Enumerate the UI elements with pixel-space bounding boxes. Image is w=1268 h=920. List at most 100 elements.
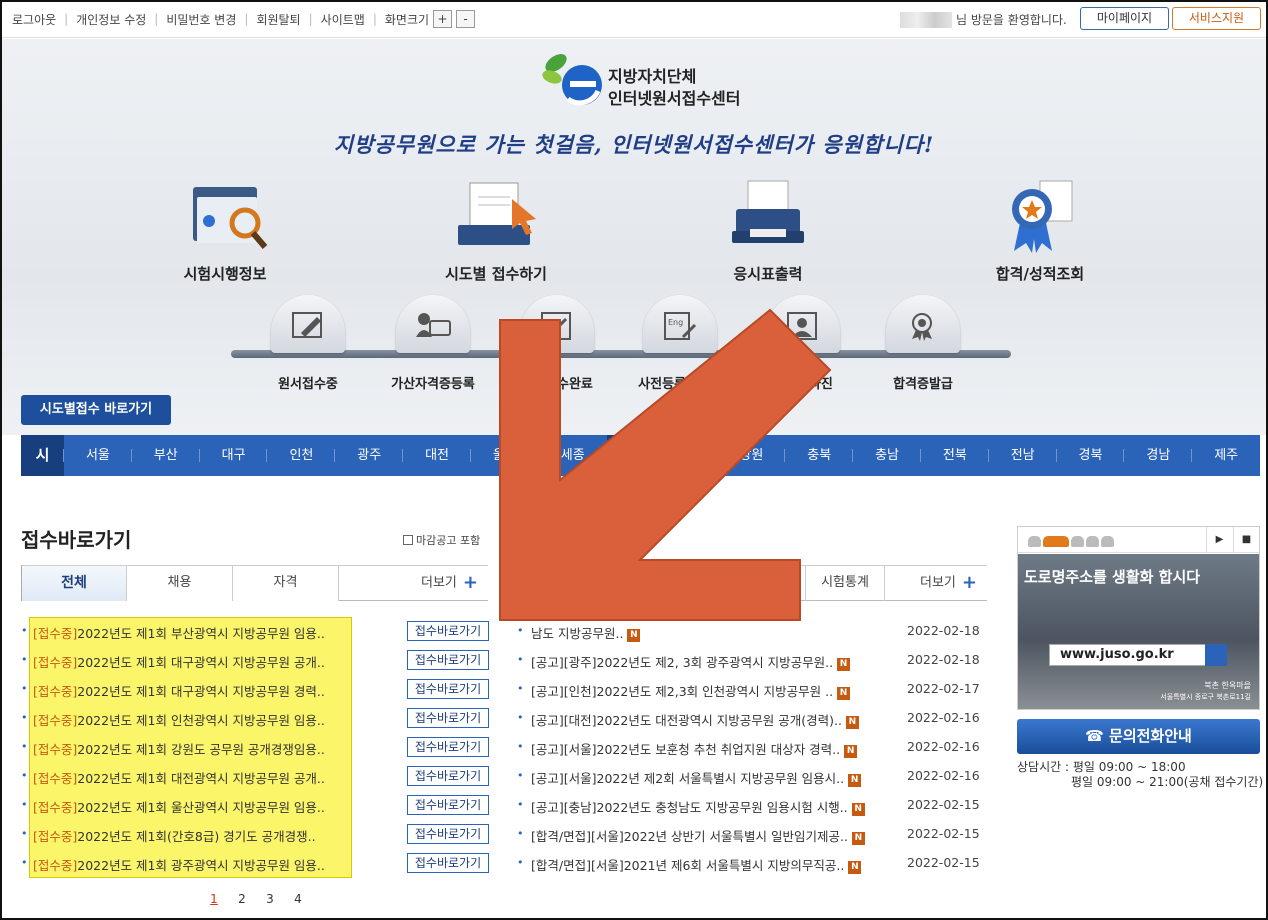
list-item-link[interactable]: [접수중]2022년도 제1회 부산광역시 지방공무원 임용.. bbox=[33, 623, 353, 642]
change-password-link[interactable]: 비밀번호 변경 bbox=[166, 11, 236, 28]
submenu-applying[interactable]: 원서접수중 bbox=[238, 295, 378, 392]
region-seoul[interactable]: 서울 bbox=[64, 435, 132, 476]
banner-caption-2: 서울특별시 종로구 북촌로11길 bbox=[1160, 693, 1251, 701]
menu-region-apply[interactable]: 시도별 접수하기 bbox=[396, 179, 596, 284]
list-item-link[interactable]: [접수중]2022년도 제1회 인천광역시 지방공무원 임용.. bbox=[33, 710, 353, 729]
tab-qualification[interactable]: 자격 bbox=[233, 565, 339, 601]
bullet-icon: • bbox=[21, 653, 28, 666]
region-gyeongnam[interactable]: 경남 bbox=[1124, 435, 1193, 476]
list-item: • [접수중]2022년도 제1회(간호8급) 경기도 공개경쟁.. 접수바로가기 bbox=[21, 820, 491, 849]
include-closed-checkbox[interactable]: 마감공고 포함 bbox=[403, 532, 480, 548]
mypage-button[interactable]: 마이페이지 bbox=[1080, 7, 1169, 30]
list-item-link[interactable]: [접수중]2022년도 제1회 대구광역시 지방공무원 공개.. bbox=[33, 652, 353, 671]
notice-link[interactable]: [합격/면접][서울]2021년 제6회 서울특별시 지방의무직공.. N bbox=[531, 855, 862, 874]
zoom-out-button[interactable]: - bbox=[456, 10, 476, 28]
banner-dot[interactable] bbox=[1028, 536, 1041, 547]
region-busan[interactable]: 부산 bbox=[132, 435, 200, 476]
notice-item: • [공고][대전]2022년도 대전광역시 지방공무원 공개(경력).. N 202… bbox=[517, 704, 987, 733]
apply-shortcut-button[interactable]: 접수바로가기 bbox=[407, 766, 489, 786]
plus-icon: + bbox=[961, 572, 977, 593]
section-title: 접수바로가기 bbox=[21, 528, 132, 552]
status-badge: [접수중] bbox=[33, 771, 78, 786]
apply-shortcut-button[interactable]: 접수바로가기 bbox=[407, 737, 489, 757]
list-item-link[interactable]: [접수중]2022년도 제1회 대구광역시 지방공무원 경력.. bbox=[33, 681, 353, 700]
region-gwangju[interactable]: 광주 bbox=[335, 435, 403, 476]
list-item: • [접수중]2022년도 제1회 강원도 공무원 공개경쟁임용.. 접수바로가기 bbox=[21, 733, 491, 762]
tab-all[interactable]: 전체 bbox=[21, 565, 127, 601]
apply-shortcut-button[interactable]: 접수바로가기 bbox=[407, 795, 489, 815]
region-daegu[interactable]: 대구 bbox=[200, 435, 268, 476]
blurred-username bbox=[900, 11, 952, 28]
notice-date: 2022-02-16 bbox=[907, 710, 980, 725]
region-chungnam[interactable]: 충남 bbox=[853, 435, 921, 476]
edit-profile-link[interactable]: 개인정보 수정 bbox=[76, 11, 146, 28]
menu-exam-info[interactable]: 시험시행정보 bbox=[125, 179, 325, 284]
bullet-icon: • bbox=[517, 682, 524, 695]
apply-shortcut-button[interactable]: 접수바로가기 bbox=[407, 679, 489, 699]
quick-link-tag: 시도별접수 바로가기 bbox=[21, 395, 171, 425]
notice-date: 2022-02-15 bbox=[907, 855, 980, 870]
menu-ticket-print[interactable]: 응시표출력 bbox=[668, 179, 868, 284]
page-4[interactable]: 4 bbox=[284, 892, 312, 906]
sitemap-link[interactable]: 사이트맵 bbox=[321, 11, 365, 28]
page-2[interactable]: 2 bbox=[228, 892, 256, 906]
new-badge: N bbox=[845, 716, 859, 729]
submenu-pass-cert[interactable]: 합격증발급 bbox=[853, 295, 993, 392]
notice-date: 2022-02-16 bbox=[907, 768, 980, 783]
list-item-link[interactable]: [접수중]2022년도 제1회(간호8급) 경기도 공개경쟁.. bbox=[33, 826, 353, 845]
notice-more-link[interactable]: 더보기 + bbox=[920, 566, 977, 601]
list-item-link[interactable]: [접수중]2022년도 제1회 울산광역시 지방공무원 임용.. bbox=[33, 797, 353, 816]
logout-link[interactable]: 로그아웃 bbox=[12, 11, 56, 28]
apply-shortcut-button[interactable]: 접수바로가기 bbox=[407, 824, 489, 844]
notice-link[interactable]: [합격/면접][서울]2022년 상반기 서울특별시 일반임기제공.. N bbox=[531, 826, 865, 845]
notice-link[interactable]: [공고][서울]2022년 제2회 서울특별시 지방공무원 임용시.. N bbox=[531, 768, 862, 787]
contact-phone-button[interactable]: ☎ 문의전화안내 bbox=[1017, 719, 1260, 754]
menu-exam-info-label: 시험시행정보 bbox=[183, 265, 267, 283]
list-item: • [접수중]2022년도 제1회 대구광역시 지방공무원 공개.. 접수바로가기 bbox=[21, 646, 491, 675]
region-jeonnam[interactable]: 전남 bbox=[989, 435, 1057, 476]
new-badge: N bbox=[848, 774, 862, 787]
page-1[interactable]: 1 bbox=[200, 892, 228, 906]
banner-dot[interactable] bbox=[1071, 536, 1084, 547]
region-gyeongbuk[interactable]: 경북 bbox=[1057, 435, 1125, 476]
list-item-link[interactable]: [접수중]2022년도 제1회 대전광역시 지방공무원 공개.. bbox=[33, 768, 353, 787]
support-button[interactable]: 서비스지원 bbox=[1172, 7, 1261, 30]
banner-dot-active[interactable] bbox=[1043, 536, 1069, 547]
banner-play-icon[interactable]: ▶ bbox=[1206, 527, 1232, 552]
region-incheon[interactable]: 인천 bbox=[267, 435, 336, 476]
welcome-text: 님 방문을 환영합니다. bbox=[956, 13, 1067, 27]
site-logo[interactable]: 지방자치단체 인터넷원서접수센터 bbox=[540, 47, 760, 109]
award-ribbon-icon bbox=[1012, 180, 1073, 253]
region-daejeon[interactable]: 대전 bbox=[403, 435, 471, 476]
notice-date: 2022-02-15 bbox=[907, 826, 980, 841]
banner-stop-icon[interactable]: ■ bbox=[1233, 527, 1259, 552]
hours-line-1: 상담시간 : 평일 09:00 ~ 18:00 bbox=[1017, 760, 1186, 774]
search-icon bbox=[1205, 644, 1227, 666]
bullet-icon: • bbox=[21, 769, 28, 782]
menu-result-lookup[interactable]: 합격/성적조회 bbox=[940, 179, 1140, 284]
notice-item: • [공고][서울]2022년도 보훈청 추천 취업지원 대상자 경력.. N 202… bbox=[517, 733, 987, 762]
banner: ▶ ■ 도로명주소를 생활화 합시다 www.juso.go.kr 북촌 한옥마… bbox=[1017, 526, 1260, 710]
notice-link[interactable]: [공고][대전]2022년도 대전광역시 지방공무원 공개(경력).. N bbox=[531, 710, 859, 729]
page-3[interactable]: 3 bbox=[256, 892, 284, 906]
banner-dot[interactable] bbox=[1101, 536, 1114, 547]
region-jeju[interactable]: 제주 bbox=[1192, 435, 1260, 476]
list-item-link[interactable]: [접수중]2022년도 제1회 광주광역시 지방공무원 임용.. bbox=[33, 855, 353, 874]
checkbox-box[interactable] bbox=[403, 535, 413, 545]
banner-dot[interactable] bbox=[1086, 536, 1099, 547]
list-item-link[interactable]: [접수중]2022년도 제1회 강원도 공무원 공개경쟁임용.. bbox=[33, 739, 353, 758]
notice-link[interactable]: [공고][인천]2022년도 제2,3회 인천광역시 지방공무원 .. N bbox=[531, 681, 851, 700]
more-link[interactable]: 더보기 + bbox=[339, 565, 488, 600]
zoom-in-button[interactable]: + bbox=[433, 10, 453, 28]
banner-image[interactable]: 도로명주소를 생활화 합시다 www.juso.go.kr 북촌 한옥마을 서울… bbox=[1018, 554, 1259, 709]
tab-hiring[interactable]: 채용 bbox=[127, 565, 233, 601]
withdraw-link[interactable]: 회원탈퇴 bbox=[256, 11, 300, 28]
region-jeonbuk[interactable]: 전북 bbox=[921, 435, 989, 476]
apply-shortcut-button[interactable]: 접수바로가기 bbox=[407, 853, 489, 873]
notice-link[interactable]: [공고][충남]2022년도 충청남도 지방공무원 임용시험 시행.. N bbox=[531, 797, 865, 816]
list-item: • [접수중]2022년도 제1회 인천광역시 지방공무원 임용.. 접수바로가기 bbox=[21, 704, 491, 733]
apply-shortcut-button[interactable]: 접수바로가기 bbox=[407, 708, 489, 728]
notice-link[interactable]: [공고][서울]2022년도 보훈청 추천 취업지원 대상자 경력.. N bbox=[531, 739, 858, 758]
status-badge: [접수중] bbox=[33, 684, 78, 699]
notice-date: 2022-02-15 bbox=[907, 797, 980, 812]
